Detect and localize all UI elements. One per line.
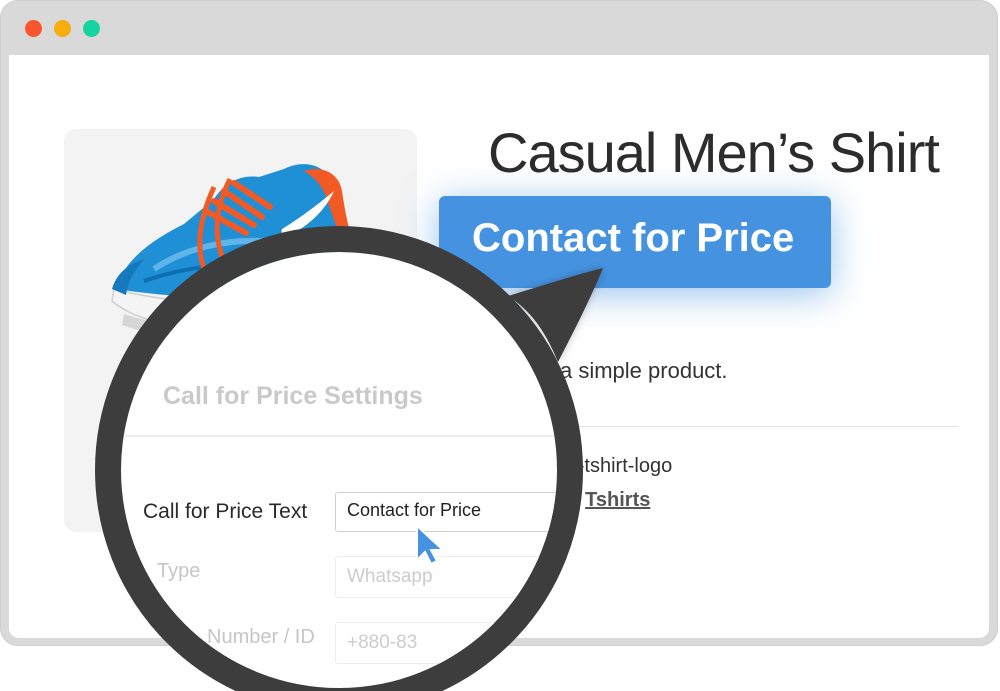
call-for-price-text-label: Call for Price Text	[143, 500, 308, 523]
settings-divider	[121, 435, 557, 437]
number-id-label: Number / ID	[207, 626, 315, 648]
number-id-placeholder: +880-83	[347, 632, 418, 653]
settings-heading: Call for Price Settings	[163, 382, 423, 410]
mouse-pointer-icon	[416, 524, 446, 566]
type-select-value: Whatsapp	[347, 566, 433, 587]
type-label: Type	[157, 560, 201, 582]
magnified-settings-panel: Call for Price Settings Call for Price T…	[121, 252, 557, 688]
call-for-price-text-value: Contact for Price	[347, 500, 482, 520]
